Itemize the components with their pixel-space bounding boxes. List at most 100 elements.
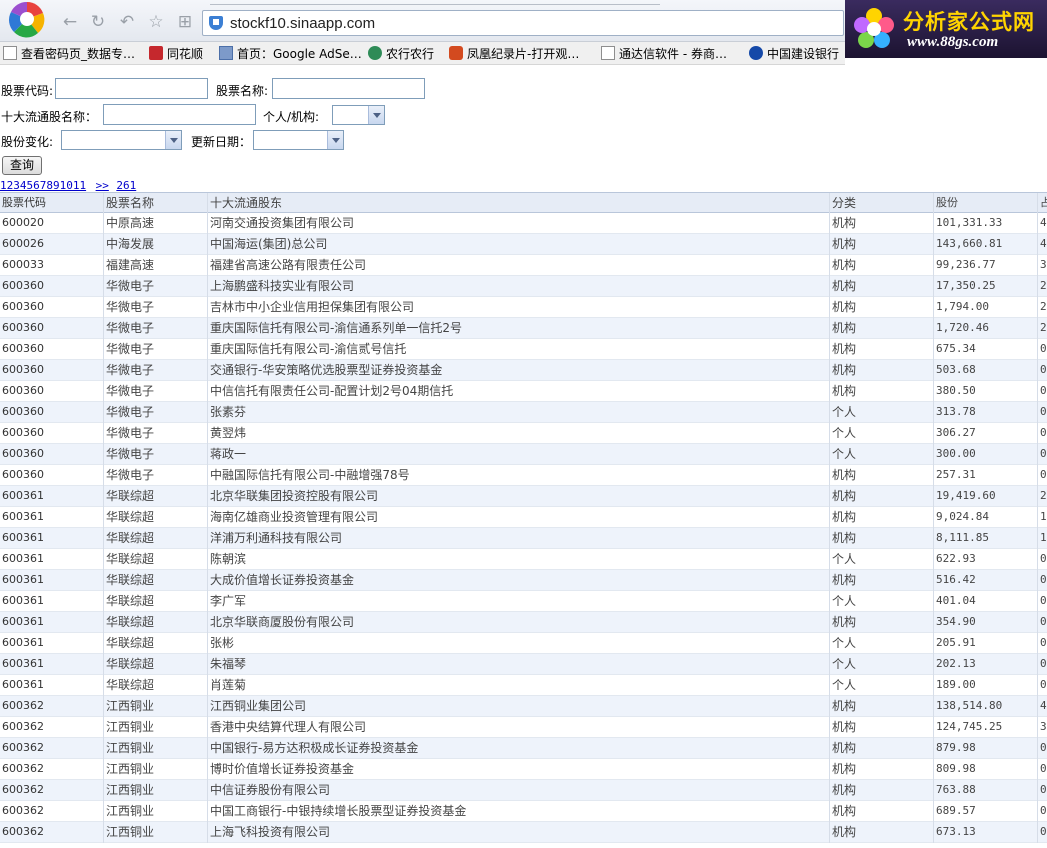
cell-stock-code: 600361	[0, 486, 104, 507]
cell-type: 机构	[830, 612, 934, 633]
cell-stock-code: 600360	[0, 423, 104, 444]
cell-shares: 401.04	[934, 591, 1038, 612]
cell-stock-code: 600026	[0, 234, 104, 255]
cell-ratio: 23	[1040, 279, 1047, 292]
cell-type: 个人	[830, 549, 934, 570]
cell-type: 机构	[830, 339, 934, 360]
browser-logo-icon[interactable]	[2, 0, 52, 38]
header-stock-name: 股票名称	[104, 193, 208, 214]
cell-holder: 洋浦万利通科技有限公司	[208, 528, 830, 549]
back-icon[interactable]: ←	[60, 12, 80, 32]
holder-type-select[interactable]	[332, 105, 385, 125]
share-change-select[interactable]	[61, 130, 182, 150]
cell-shares: 205.91	[934, 633, 1038, 654]
stock-code-input[interactable]	[55, 78, 208, 99]
cell-stock-name: 华微电子	[104, 297, 208, 318]
cell-stock-code: 600362	[0, 738, 104, 759]
bookmark-item[interactable]: 凤凰纪录片-打开观…	[449, 45, 579, 63]
bookmark-item[interactable]: 首页：Google AdSe…	[219, 45, 362, 63]
cell-stock-name: 福建高速	[104, 255, 208, 276]
favorite-star-icon[interactable]: ☆	[146, 12, 166, 32]
bookmark-item[interactable]: 通达信软件 - 券商…	[601, 45, 727, 63]
cell-shares: 380.50	[934, 381, 1038, 402]
cell-stock-code: 600033	[0, 255, 104, 276]
cell-stock-name: 华微电子	[104, 423, 208, 444]
cell-ratio: 45	[1040, 216, 1047, 229]
cell-shares: 19,419.60	[934, 486, 1038, 507]
bookmark-label: 通达信软件 - 券商…	[619, 47, 727, 61]
holder-name-input[interactable]	[103, 104, 256, 125]
apps-grid-icon[interactable]: ⊞	[175, 12, 195, 32]
refresh-icon[interactable]: ↻	[88, 12, 108, 32]
phoenix-icon	[449, 46, 463, 60]
cell-shares: 763.88	[934, 780, 1038, 801]
cell-type: 机构	[830, 780, 934, 801]
bookmark-item[interactable]: 农行农行	[368, 45, 434, 63]
table-row: 600361华联综超陈朝滨个人622.930.	[0, 549, 1047, 570]
cell-holder: 中国海运(集团)总公司	[208, 234, 830, 255]
table-row: 600361华联综超朱福琴个人202.130.	[0, 654, 1047, 675]
table-row: 600360华微电子吉林市中小企业信用担保集团有限公司机构1,794.002.	[0, 297, 1047, 318]
cell-stock-code: 600361	[0, 612, 104, 633]
cell-ratio: 0.	[1040, 783, 1047, 796]
table-row: 600361华联综超北京华联商厦股份有限公司机构354.900.	[0, 612, 1047, 633]
cell-shares: 1,720.46	[934, 318, 1038, 339]
cell-type: 机构	[830, 486, 934, 507]
page-icon	[3, 46, 17, 60]
cell-shares: 300.00	[934, 444, 1038, 465]
cell-holder: 交通银行-华安策略优选股票型证券投资基金	[208, 360, 830, 381]
cell-ratio: 0.	[1040, 384, 1047, 397]
cell-shares: 313.78	[934, 402, 1038, 423]
cell-shares: 138,514.80	[934, 696, 1038, 717]
cell-shares: 202.13	[934, 654, 1038, 675]
cell-holder: 李广军	[208, 591, 830, 612]
cell-stock-name: 华微电子	[104, 465, 208, 486]
cell-shares: 189.00	[934, 675, 1038, 696]
cell-type: 个人	[830, 675, 934, 696]
update-date-select[interactable]	[253, 130, 344, 150]
cell-shares: 257.31	[934, 465, 1038, 486]
bookmark-label: 首页：Google AdSe…	[237, 47, 362, 61]
cell-ratio: 13	[1040, 510, 1047, 523]
last-page-link[interactable]: 261	[116, 179, 136, 192]
share-change-label: 股份变化:	[1, 135, 54, 149]
cell-ratio: 0.	[1040, 447, 1047, 460]
cell-stock-name: 江西铜业	[104, 717, 208, 738]
cell-stock-name: 江西铜业	[104, 738, 208, 759]
table-row: 600360 华微电子 中信信托有限责任公司-配置计划2号04期信托 机构 380.50…	[0, 381, 1047, 402]
header-type: 分类	[830, 193, 934, 214]
bookmark-label: 查看密码页_数据专…	[21, 47, 136, 61]
table-row: 600020中原高速河南交通投资集团有限公司机构101,331.3345	[0, 213, 1047, 234]
next-pages-link[interactable]: >>	[96, 179, 109, 192]
cell-type: 机构	[830, 297, 934, 318]
cell-holder: 福建省高速公路有限责任公司	[208, 255, 830, 276]
cell-type: 机构	[830, 570, 934, 591]
bookmark-item[interactable]: 中国建设银行	[749, 45, 839, 63]
cell-type: 机构	[830, 465, 934, 486]
cell-stock-name: 华联综超	[104, 675, 208, 696]
stock-name-input[interactable]	[272, 78, 425, 99]
chevron-down-icon	[165, 131, 181, 149]
cell-holder: 中国工商银行-中银持续增长股票型证券投资基金	[208, 801, 830, 822]
table-row: 600362江西铜业江西铜业集团公司机构138,514.8040	[0, 696, 1047, 717]
cell-type: 机构	[830, 717, 934, 738]
stock-name-label: 股票名称:	[216, 84, 269, 98]
cell-stock-code: 600361	[0, 507, 104, 528]
cell-shares: 9,024.84	[934, 507, 1038, 528]
bookmark-item[interactable]: 查看密码页_数据专…	[3, 45, 135, 63]
cell-stock-name: 华联综超	[104, 633, 208, 654]
cell-holder: 中国银行-易方达积极成长证券投资基金	[208, 738, 830, 759]
cell-stock-code: 600362	[0, 759, 104, 780]
address-url[interactable]: stockf10.sinaapp.com	[230, 15, 375, 32]
table-row: 600360 华微电子 重庆国际信托有限公司-渝信通系列单一信托2号 机构 1,720.…	[0, 318, 1047, 339]
query-button[interactable]: 查询	[2, 156, 42, 175]
address-bar[interactable]: stockf10.sinaapp.com	[202, 10, 844, 36]
cell-ratio: 41	[1040, 237, 1047, 250]
cell-type: 个人	[830, 444, 934, 465]
cell-stock-name: 华联综超	[104, 507, 208, 528]
page-links[interactable]: 1234567891011	[0, 179, 86, 192]
cell-holder: 博时价值增长证券投资基金	[208, 759, 830, 780]
undo-icon[interactable]: ↶	[117, 12, 137, 32]
cell-stock-code: 600362	[0, 801, 104, 822]
bookmark-item[interactable]: 同花顺	[149, 45, 203, 63]
